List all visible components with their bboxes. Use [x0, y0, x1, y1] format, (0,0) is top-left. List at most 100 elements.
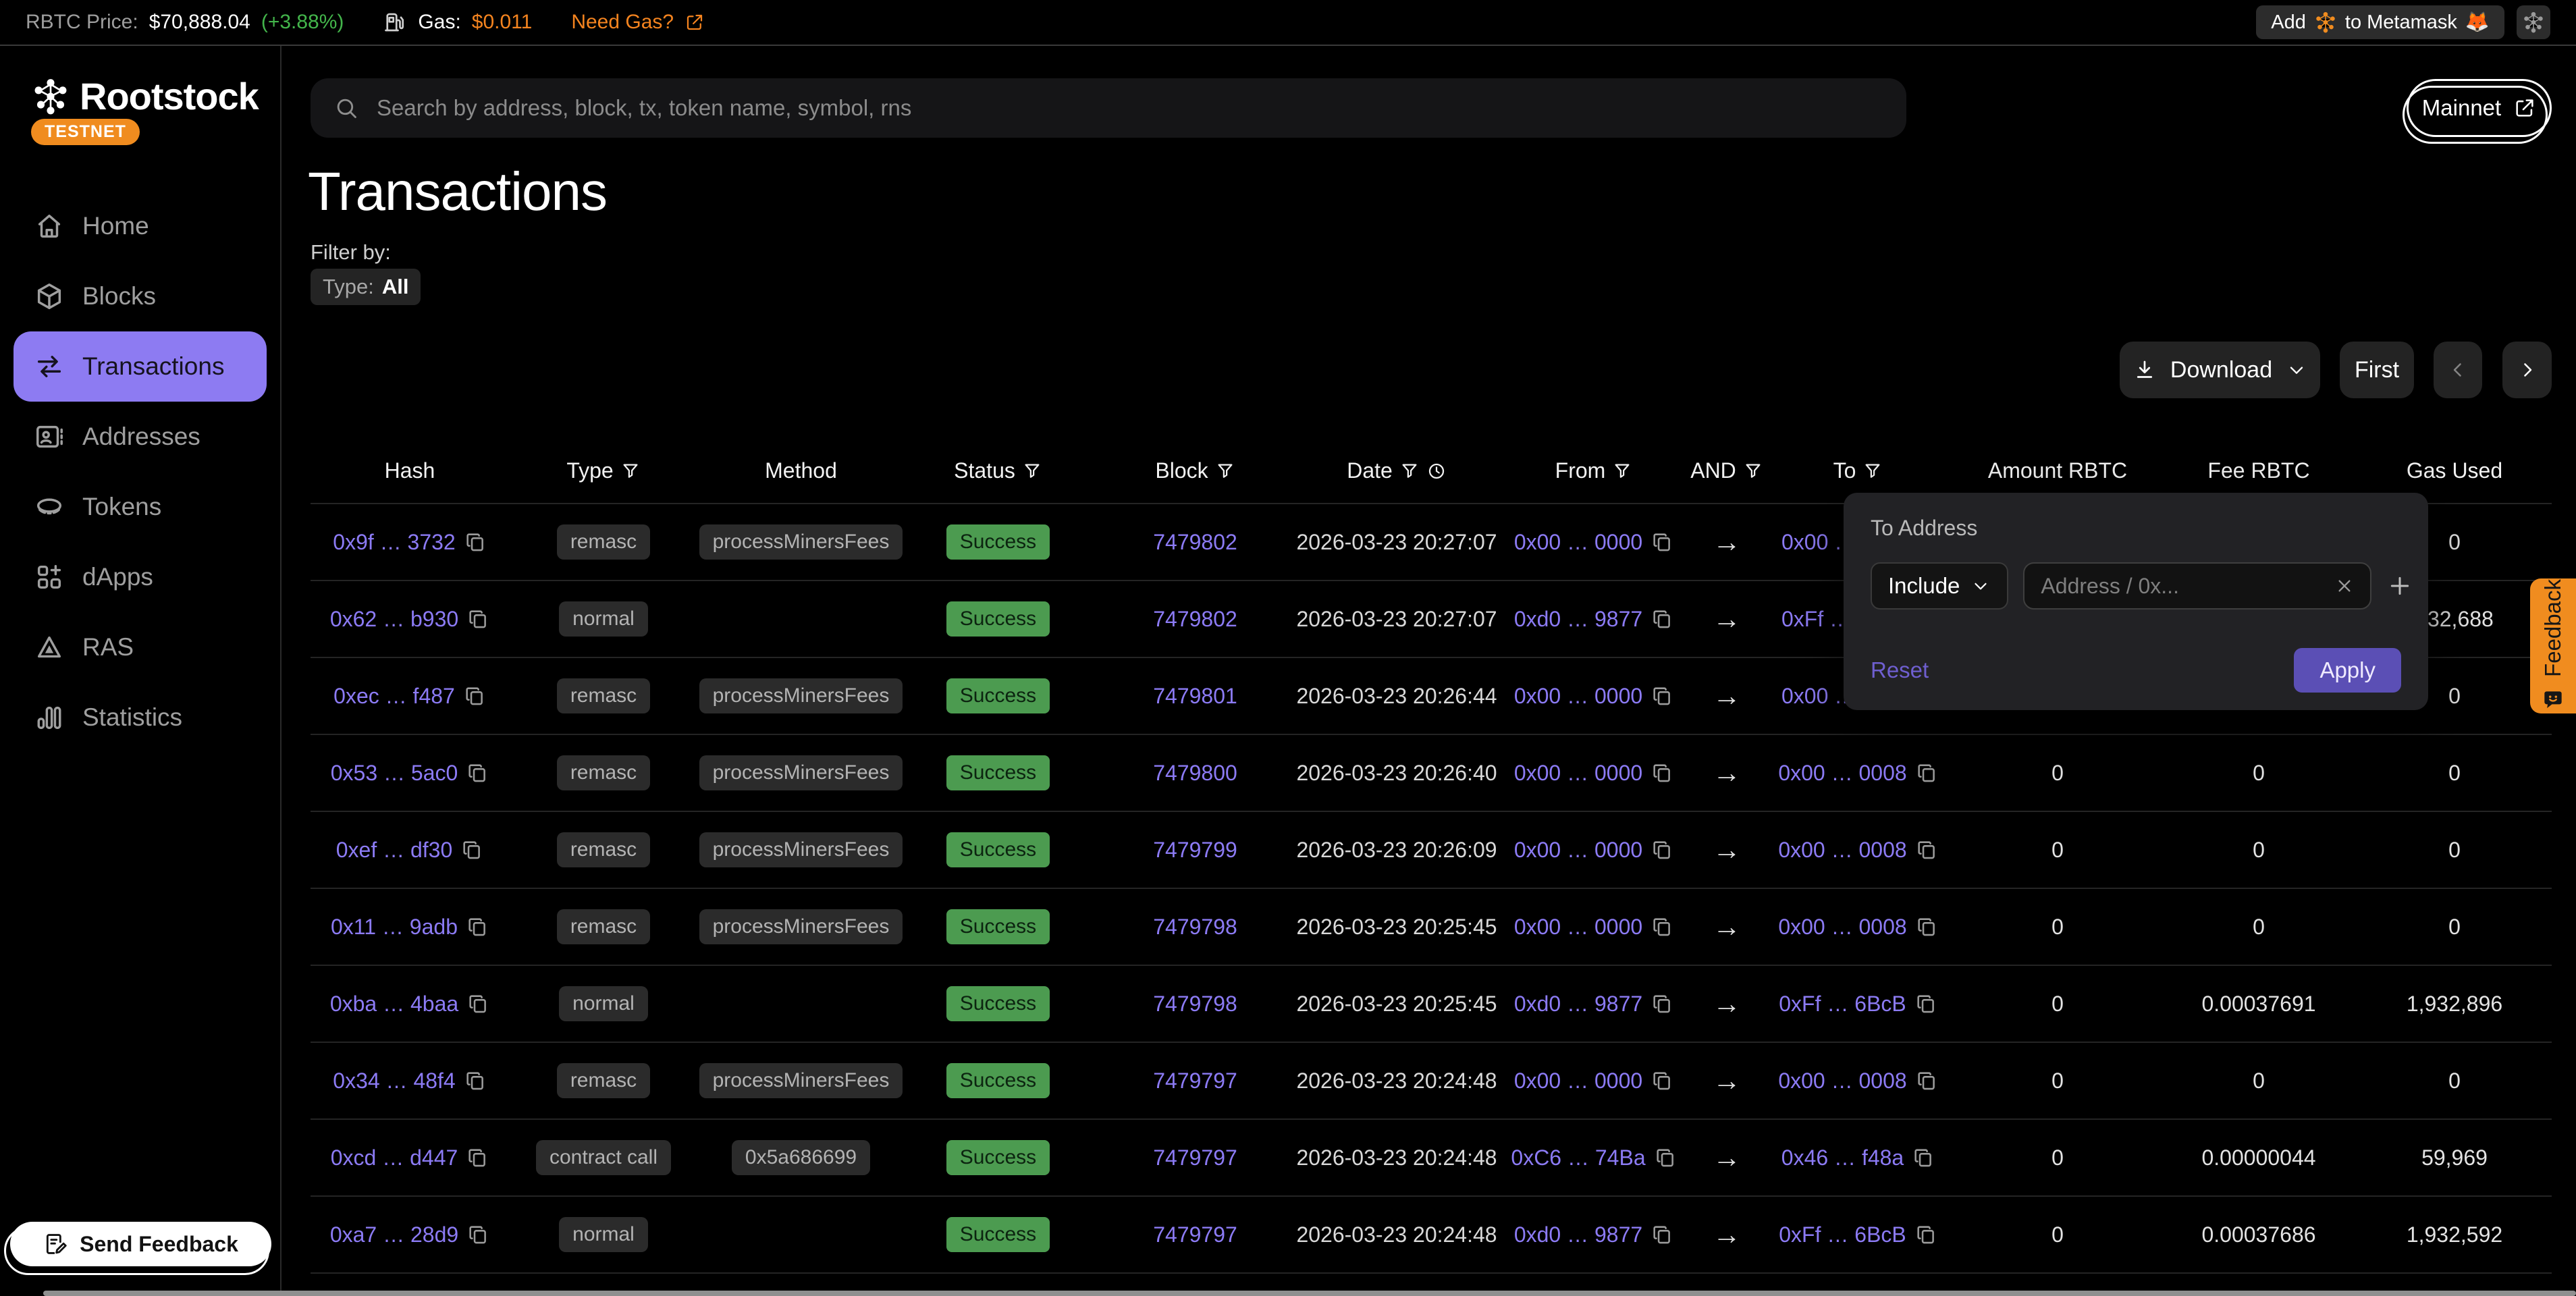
from-address-link[interactable]: 0xd0 … 9877 [1514, 992, 1642, 1017]
column-header[interactable]: From [1495, 458, 1692, 483]
tx-hash-link[interactable]: 0xcd … d447 [331, 1145, 458, 1170]
copy-icon[interactable] [1651, 684, 1673, 707]
copy-icon[interactable] [1651, 992, 1673, 1015]
from-address-link[interactable]: 0xd0 … 9877 [1514, 1222, 1642, 1247]
to-address-link[interactable]: 0xFf … 6BcB [1779, 992, 1906, 1017]
external-link-icon[interactable] [685, 12, 705, 32]
to-address-link[interactable]: 0x00 … 0008 [1778, 761, 1906, 786]
filter-icon[interactable] [1399, 461, 1420, 481]
send-feedback-button[interactable]: Send Feedback [10, 1222, 271, 1266]
tx-hash-link[interactable]: 0x11 … 9adb [331, 915, 458, 940]
column-header[interactable]: Date [1298, 458, 1495, 483]
tx-hash-link[interactable]: 0x53 … 5ac0 [331, 761, 458, 786]
column-header[interactable]: Gas Used [2357, 458, 2552, 483]
block-link[interactable]: 7479798 [1153, 915, 1237, 940]
sidebar-item-tokens[interactable]: Tokens [14, 472, 267, 542]
include-dropdown[interactable]: Include [1871, 562, 2008, 610]
sidebar-item-transactions[interactable]: Transactions [14, 331, 267, 402]
block-link[interactable]: 7479802 [1153, 607, 1237, 632]
column-header[interactable]: Amount RBTC [1955, 458, 2160, 483]
to-address-link[interactable]: 0x00 … 0008 [1778, 915, 1906, 940]
from-address-link[interactable]: 0x00 … 0000 [1514, 1069, 1642, 1094]
to-address-link[interactable]: 0x00 … 0008 [1778, 1069, 1906, 1094]
block-link[interactable]: 7479798 [1153, 992, 1237, 1017]
clear-input-icon[interactable] [2334, 575, 2355, 597]
block-link[interactable]: 7479802 [1153, 530, 1237, 555]
add-to-metamask-button[interactable]: Add to Metamask 🦊 [2256, 5, 2504, 39]
copy-icon[interactable] [1654, 1146, 1677, 1169]
feedback-tab[interactable]: Feedback [2530, 578, 2576, 713]
tx-hash-link[interactable]: 0x62 … b930 [330, 607, 458, 632]
from-address-link[interactable]: 0x00 … 0000 [1514, 761, 1642, 786]
brand-logo[interactable]: Rootstock [31, 74, 259, 118]
copy-icon[interactable] [1915, 761, 1938, 784]
tx-hash-link[interactable]: 0xef … df30 [336, 838, 453, 863]
copy-icon[interactable] [1914, 992, 1937, 1015]
from-address-link[interactable]: 0xd0 … 9877 [1514, 607, 1642, 632]
column-header[interactable]: Method [698, 458, 904, 483]
block-link[interactable]: 7479800 [1153, 761, 1237, 786]
tx-hash-link[interactable]: 0xa7 … 28d9 [330, 1222, 458, 1247]
search-input[interactable] [375, 94, 1883, 122]
block-link[interactable]: 7479801 [1153, 684, 1237, 709]
copy-icon[interactable] [1651, 531, 1673, 554]
column-header[interactable]: Block [1092, 458, 1298, 483]
copy-icon[interactable] [464, 531, 487, 554]
copy-icon[interactable] [466, 761, 489, 784]
horizontal-scrollbar[interactable] [43, 1291, 2576, 1296]
to-address-link[interactable]: 0x46 … f48a [1781, 1145, 1904, 1170]
copy-icon[interactable] [1651, 915, 1673, 938]
copy-icon[interactable] [1915, 915, 1938, 938]
need-gas-link[interactable]: Need Gas? [571, 11, 674, 34]
copy-icon[interactable] [1651, 761, 1673, 784]
filter-icon[interactable] [1612, 461, 1632, 481]
copy-icon[interactable] [1651, 838, 1673, 861]
copy-icon[interactable] [466, 608, 489, 630]
sidebar-item-dapps[interactable]: dApps [14, 542, 267, 612]
column-header[interactable]: Type [509, 458, 698, 483]
from-address-link[interactable]: 0x00 … 0000 [1514, 915, 1642, 940]
first-page-button[interactable]: First [2340, 342, 2414, 398]
column-header[interactable]: Fee RBTC [2160, 458, 2357, 483]
filter-icon[interactable] [1743, 461, 1763, 481]
type-filter-chip[interactable]: Type: All [311, 269, 421, 305]
copy-icon[interactable] [466, 992, 489, 1015]
copy-icon[interactable] [1915, 1069, 1938, 1092]
filter-icon[interactable] [1862, 461, 1883, 481]
copy-icon[interactable] [466, 1223, 489, 1246]
from-address-link[interactable]: 0x00 … 0000 [1514, 838, 1642, 863]
to-address-link[interactable]: 0xFf … [1781, 607, 1851, 632]
from-address-link[interactable]: 0x00 … 0000 [1514, 530, 1642, 555]
add-filter-icon[interactable] [2386, 572, 2413, 599]
block-link[interactable]: 7479797 [1153, 1222, 1237, 1247]
copy-icon[interactable] [464, 1069, 487, 1092]
tx-hash-link[interactable]: 0x34 … 48f4 [333, 1069, 455, 1094]
sidebar-item-ras[interactable]: RAS [14, 612, 267, 682]
copy-icon[interactable] [466, 1146, 489, 1169]
sidebar-item-addresses[interactable]: Addresses [14, 402, 267, 472]
filter-icon[interactable] [1022, 461, 1042, 481]
block-link[interactable]: 7479799 [1153, 838, 1237, 863]
apply-button[interactable]: Apply [2294, 648, 2401, 693]
filter-icon[interactable] [1215, 461, 1235, 481]
clock-icon[interactable] [1426, 461, 1447, 481]
to-address-link[interactable]: 0x00 … 0008 [1778, 838, 1906, 863]
tx-hash-link[interactable]: 0xec … f487 [333, 684, 455, 709]
mainnet-button[interactable]: Mainnet [2407, 79, 2552, 137]
block-link[interactable]: 7479797 [1153, 1145, 1237, 1170]
copy-icon[interactable] [460, 838, 483, 861]
next-page-button[interactable] [2502, 342, 2552, 398]
copy-icon[interactable] [463, 684, 486, 707]
column-header[interactable]: AND [1692, 458, 1761, 483]
reset-button[interactable]: Reset [1871, 657, 1929, 683]
sidebar-item-home[interactable]: Home [14, 191, 267, 261]
copy-icon[interactable] [1912, 1146, 1935, 1169]
tx-hash-link[interactable]: 0xba … 4baa [330, 992, 458, 1017]
copy-icon[interactable] [1914, 1223, 1937, 1246]
download-button[interactable]: Download [2120, 342, 2320, 398]
address-input[interactable] [2039, 573, 2326, 599]
block-link[interactable]: 7479797 [1153, 1069, 1237, 1094]
sidebar-item-blocks[interactable]: Blocks [14, 261, 267, 331]
from-address-link[interactable]: 0xC6 … 74Ba [1511, 1145, 1645, 1170]
filter-icon[interactable] [620, 461, 641, 481]
